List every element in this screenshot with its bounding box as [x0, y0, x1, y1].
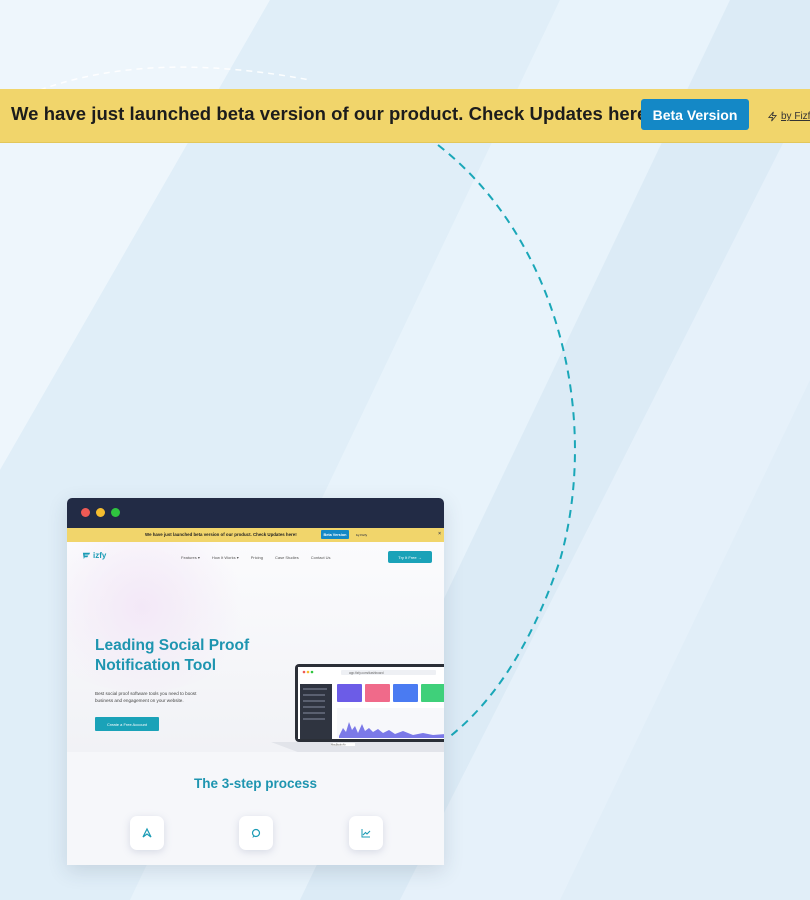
preview-nav-item: How It Works ▾: [211, 555, 239, 560]
preview-hero-cta: Create a Free Account: [95, 717, 159, 731]
preview-nav-item: Case Studies: [274, 555, 299, 560]
preview-close-icon: ×: [438, 531, 441, 537]
preview-beta-button: Beta Version: [321, 530, 349, 539]
preview-byline: by Fizfy: [356, 533, 368, 537]
window-minimize-dot: [96, 508, 105, 517]
laptop-label-text: MacBook Air: [331, 743, 346, 747]
preview-nav-item: Features ▾: [181, 555, 200, 560]
lightning-icon: [767, 111, 778, 122]
preview-nav-item: Contact Us: [310, 555, 331, 560]
preview-nav-item: Pricing: [250, 555, 263, 560]
step-card-1: [130, 816, 164, 850]
step-card-3: [349, 816, 383, 850]
preview-announcement-bar: We have just launched beta version of ou…: [67, 528, 444, 542]
announcement-text: We have just launched beta version of ou…: [11, 103, 654, 124]
laptop-dashboard-illustration: app.fizfy.com/dashboard MacBook Air: [271, 664, 444, 752]
byline-link[interactable]: by Fizfy: [767, 111, 810, 122]
hero-title-line: Leading Social Proof: [95, 637, 250, 654]
chat-icon: [251, 828, 261, 838]
preview-hero-title: Leading Social Proof Notification Tool: [95, 636, 249, 676]
byline-text: by Fizfy: [781, 111, 810, 122]
laptop-url-text: app.fizfy.com/dashboard: [349, 671, 384, 675]
preview-logo-text: izfy: [93, 551, 107, 560]
window-maximize-dot: [111, 508, 120, 517]
rocket-icon: [142, 827, 152, 838]
preview-process-title: The 3-step process: [193, 776, 318, 791]
preview-nav: Features ▾ How It Works ▾ Pricing Case S…: [181, 555, 331, 560]
window-close-dot: [81, 508, 90, 517]
beta-version-button[interactable]: Beta Version: [641, 99, 749, 130]
chart-icon: [361, 829, 371, 838]
preview-hero-subtitle: Best social proof software tools you nee…: [95, 691, 197, 703]
preview-announcement-text: We have just launched beta version of ou…: [145, 532, 297, 537]
preview-logo: izfy: [82, 551, 106, 560]
website-preview-window: We have just launched beta version of ou…: [67, 498, 444, 865]
announcement-bar: We have just launched beta version of ou…: [0, 89, 810, 143]
hero-title-line: Notification Tool: [95, 657, 217, 674]
fizfy-logo-icon: [82, 552, 91, 560]
step-card-2: [239, 816, 273, 850]
window-titlebar: [67, 498, 444, 528]
preview-try-button: Try It Free →: [388, 551, 432, 563]
preview-hero: izfy Features ▾ How It Works ▾ Pricing C…: [67, 542, 444, 752]
